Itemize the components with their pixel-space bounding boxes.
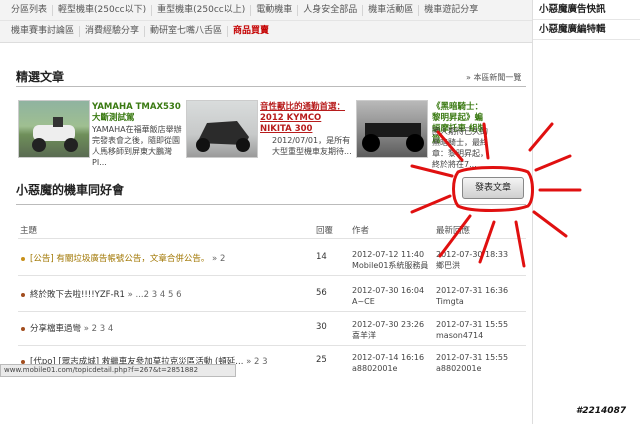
card-2-image[interactable]: [186, 100, 258, 158]
card-3-image[interactable]: [356, 100, 428, 158]
col-last-reply: 最新回應: [436, 226, 471, 236]
table-divider: [18, 238, 526, 239]
card-1-image[interactable]: [18, 100, 90, 158]
card-3-text: 國人期待已久的黑暗騎士，最終章：黎明昇起，終於將在7...: [432, 127, 488, 169]
col-replies: 回覆: [316, 226, 334, 236]
last-user[interactable]: a8802001e: [436, 364, 481, 373]
reply-count: 14: [316, 252, 327, 262]
featured-more-link[interactable]: » 本區新聞一覽: [466, 72, 521, 83]
nav-item-consumer[interactable]: 消費經驗分享: [80, 26, 146, 37]
topic-pages[interactable]: » 2 3 4: [84, 324, 114, 334]
last-user[interactable]: Timgta: [436, 297, 464, 306]
forum-divider: [16, 204, 526, 205]
last-date: 2012-07-31 15:55: [436, 353, 509, 362]
author-cell: 2012-07-30 23:26 喜羊洋: [352, 319, 424, 341]
author-name[interactable]: a8802001e: [352, 364, 397, 373]
author-cell: 2012-07-14 16:16 a8802001e: [352, 352, 424, 374]
featured-card-2[interactable]: 音性獸比的通勤首選：2012 KYMCO NIKITA 300 2012/07/…: [186, 98, 352, 168]
author-cell: 2012-07-30 16:04 A~CE: [352, 285, 424, 307]
featured-card-1[interactable]: YAMAHA TMAX530 大斷測試駕 YAMAHA在福華飯店舉辦完發表會之後…: [18, 98, 183, 168]
card-1-title[interactable]: YAMAHA TMAX530 大斷測試駕: [92, 102, 182, 124]
last-date: 2012-07-30 18:33: [436, 250, 509, 259]
nav-item-board-list[interactable]: 分區列表: [6, 4, 54, 16]
table-header: 主題 回覆 作者 最新回應: [18, 222, 526, 238]
card-2-title[interactable]: 音性獸比的通勤首選：2012 KYMCO NIKITA 300: [260, 102, 352, 135]
author-name[interactable]: A~CE: [352, 297, 375, 306]
col-topic: 主題: [20, 226, 38, 236]
row-divider: [18, 345, 526, 346]
reply-count: 25: [316, 355, 327, 365]
topic-title[interactable]: 終於敗下去啦!!!!YZF-R1 » ...2 3 4 5 6: [30, 288, 181, 300]
author-name[interactable]: Mobile01系統服務員: [352, 261, 428, 270]
last-reply-cell: 2012-07-31 15:55 a8802001e: [436, 352, 508, 374]
reply-count: 30: [316, 322, 327, 332]
featured-card-3[interactable]: 《黑暗騎士：黎明昇起》蝙蝠摩托車 組裝篇 國人期待已久的黑暗騎士，最終章：黎明昇…: [356, 98, 526, 169]
author-date: 2012-07-14 16:16: [352, 353, 425, 362]
reply-count: 56: [316, 288, 327, 298]
browser-status-bar: www.mobile01.com/topicdetail.php?f=267&t…: [0, 364, 236, 377]
featured-divider: [16, 86, 526, 87]
row-divider: [18, 275, 526, 276]
last-date: 2012-07-31 15:55: [436, 320, 509, 329]
topic-title[interactable]: 分享檔車過彎 » 2 3 4: [30, 322, 113, 334]
topic-pages[interactable]: » 2 3: [246, 357, 267, 367]
author-name[interactable]: 喜羊洋: [352, 331, 376, 340]
topic-bullet-icon: [21, 293, 25, 297]
top-navigation: 分區列表 輕型機車(250cc以下) 重型機車(250cc以上) 電動機車 人身…: [0, 0, 532, 43]
author-cell: 2012-07-12 11:40 Mobile01系統服務員: [352, 249, 428, 271]
author-date: 2012-07-30 16:04: [352, 286, 425, 295]
author-date: 2012-07-12 11:40: [352, 250, 425, 259]
nav-row-1: 分區列表 輕型機車(250cc以下) 重型機車(250cc以上) 電動機車 人身…: [0, 0, 532, 21]
nav-item-travel[interactable]: 機車遊記分享: [419, 5, 483, 16]
col-author: 作者: [352, 226, 370, 236]
nav-item-heavy-motorcycle[interactable]: 重型機車(250cc以上): [152, 4, 252, 16]
last-reply-cell: 2012-07-31 16:36 Timgta: [436, 285, 508, 307]
last-user[interactable]: 鄉巴洪: [436, 261, 460, 270]
author-date: 2012-07-30 23:26: [352, 320, 425, 329]
nav-item-safety-gear[interactable]: 人身安全部品: [298, 4, 364, 16]
topic-bullet-icon: [21, 327, 25, 331]
topic-title[interactable]: [公告] 有關垃圾廣告帳號公告，文章合併公告。 » 2: [30, 252, 225, 264]
topic-pages[interactable]: » 2: [212, 254, 225, 264]
right-sidebar: 小惡魔廣告快訊 小惡魔廣編特輯: [532, 0, 640, 424]
batpod-photo-icon: [362, 123, 424, 152]
table-row[interactable]: [公告] 有關垃圾廣告帳號公告，文章合併公告。 » 2 14 2012-07-1…: [18, 249, 526, 275]
topic-pages[interactable]: » ...2 3 4 5 6: [128, 290, 182, 300]
scooter-photo-icon: [196, 121, 250, 152]
card-1-text: YAMAHA在福華飯店舉辦完發表會之後，隨即從園人馬移師到屏東大鵬灣PI...: [92, 125, 182, 167]
last-user[interactable]: mason4714: [436, 331, 483, 340]
last-date: 2012-07-31 16:36: [436, 286, 509, 295]
card-2-text: 2012/07/01，是所有大型重型機車友期待...: [272, 136, 352, 156]
nav-item-electric[interactable]: 電動機車: [251, 4, 299, 16]
table-row[interactable]: 終於敗下去啦!!!!YZF-R1 » ...2 3 4 5 6 56 2012-…: [18, 285, 526, 311]
nav-row-2: 機車賽事討論區 消費經驗分享 動研室七嘴八舌區 商品買賣: [0, 21, 532, 42]
nav-item-marketplace[interactable]: 商品買賣: [228, 26, 274, 37]
featured-title: 精選文章: [16, 70, 65, 84]
last-reply-cell: 2012-07-31 15:55 mason4714: [436, 319, 508, 341]
forum-title: 小惡魔的機車同好會: [16, 183, 125, 197]
table-row[interactable]: 分享檔車過彎 » 2 3 4 30 2012-07-30 23:26 喜羊洋 20…: [18, 319, 526, 345]
post-article-button[interactable]: 發表文章: [462, 177, 524, 199]
nav-item-lab[interactable]: 動研室七嘴八舌區: [145, 26, 229, 37]
nav-item-light-scooter[interactable]: 輕型機車(250cc以下): [53, 4, 153, 16]
sidebar-item-features[interactable]: 小惡魔廣編特輯: [533, 20, 640, 40]
nav-item-racing[interactable]: 機車賽事討論區: [6, 26, 81, 37]
row-divider: [18, 311, 526, 312]
last-reply-cell: 2012-07-30 18:33 鄉巴洪: [436, 249, 508, 271]
sidebar-item-ads[interactable]: 小惡魔廣告快訊: [533, 0, 640, 20]
watermark: #2214087: [576, 406, 627, 416]
nav-item-events[interactable]: 機車活動區: [363, 4, 420, 16]
topic-bullet-icon: [21, 257, 25, 261]
motorcycle-photo-icon: [32, 117, 78, 152]
